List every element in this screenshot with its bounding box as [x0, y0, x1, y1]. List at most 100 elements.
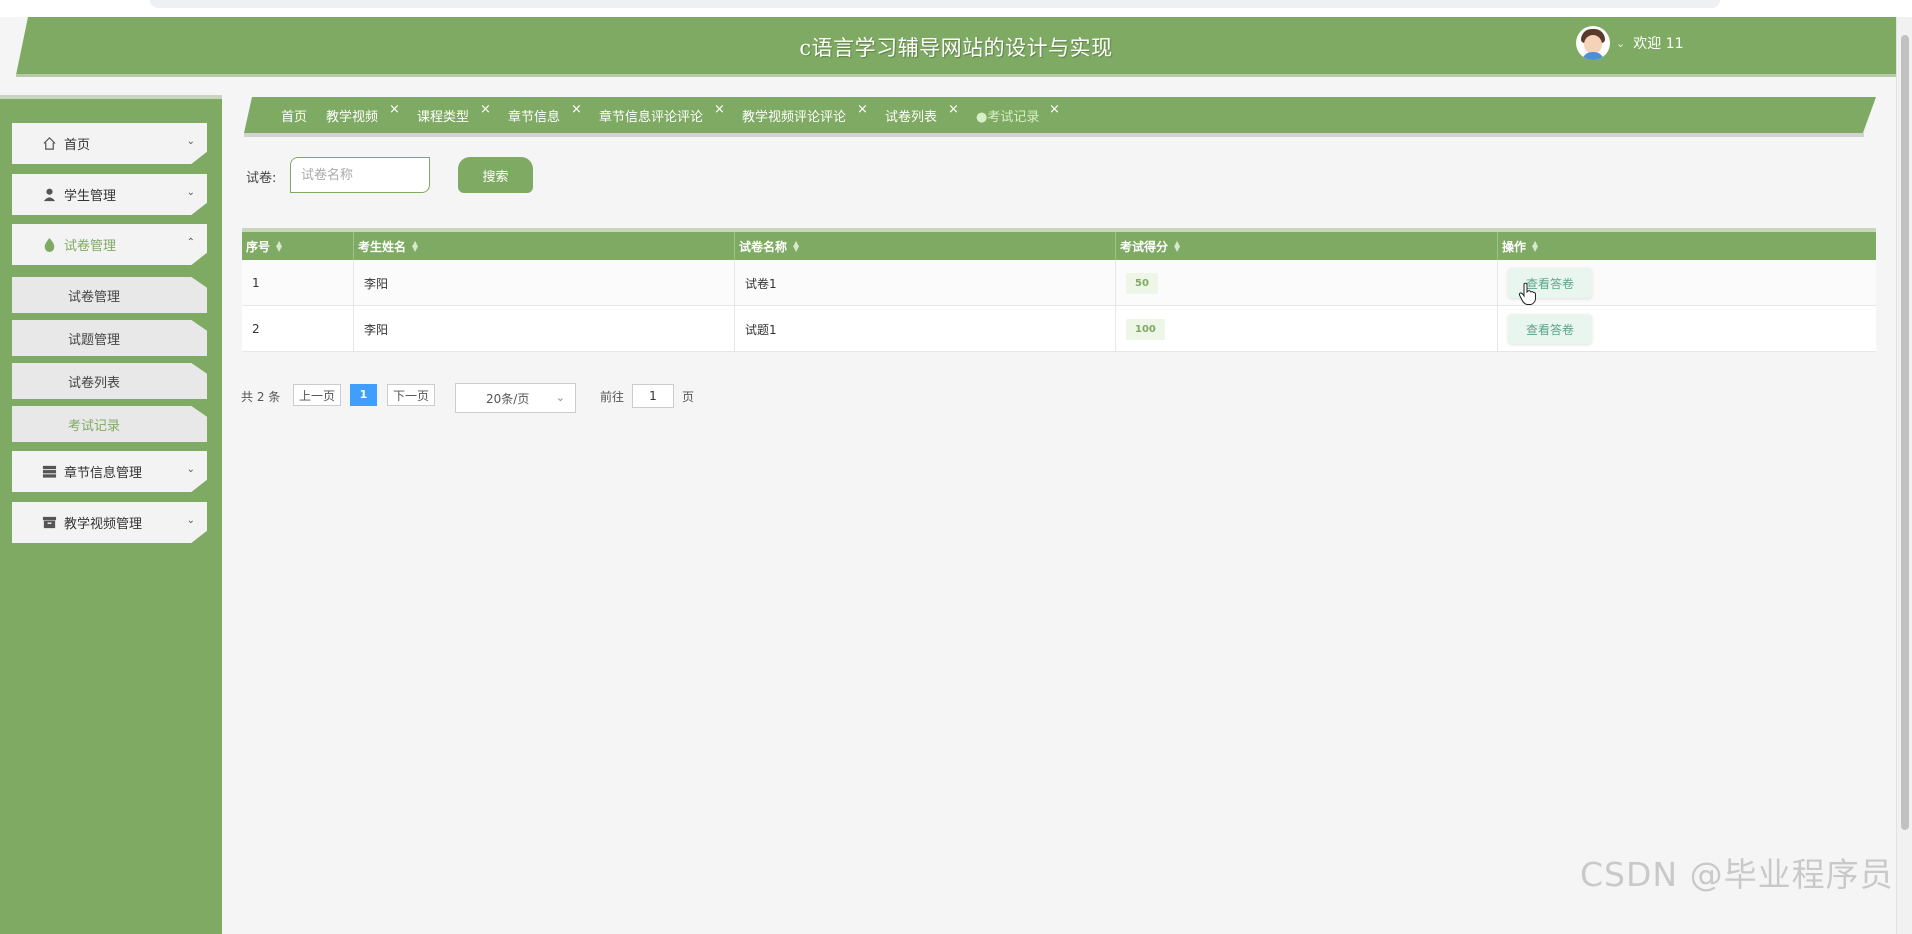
home-icon: [43, 137, 56, 150]
drop-icon: [44, 237, 55, 252]
header-label: 试卷名称: [739, 239, 788, 254]
watermark: CSDN @毕业程序员: [1580, 855, 1894, 894]
tab-home[interactable]: 首页: [281, 106, 308, 125]
goto-label: 前往: [600, 390, 625, 404]
browser-top-strip: [0, 0, 1912, 17]
tab-label: 考试记录: [987, 110, 1040, 125]
sidebar-subitem-exam-records[interactable]: 考试记录: [12, 406, 207, 442]
header-label: 考生姓名: [358, 239, 407, 254]
sidebar-item-chapters[interactable]: 章节信息管理 ⌄: [12, 451, 207, 492]
chevron-down-icon: ⌄: [186, 464, 195, 475]
table-header: 序号 ▲ ▼ 考生姓名 ▲ ▼ 试卷名称 ▲ ▼ 考试得分 ▲ ▼ 操作 ▲ ▼: [242, 232, 1876, 260]
page-size-select[interactable]: 20条/页 ⌄: [455, 383, 576, 413]
column-header-paper[interactable]: 试卷名称 ▲ ▼: [735, 232, 1116, 260]
tab-label: 首页: [281, 110, 308, 125]
table-row: 1 李阳 试卷1 50 查看答卷: [242, 260, 1876, 306]
tab-exam-records[interactable]: ●考试记录 ×: [976, 102, 1060, 125]
user-icon: [43, 188, 56, 202]
sort-icon[interactable]: ▲ ▼: [793, 240, 799, 253]
user-menu[interactable]: ⌄ 欢迎 11: [1576, 26, 1683, 60]
chevron-down-icon[interactable]: ⌄: [1616, 37, 1625, 50]
exam-records-table: 序号 ▲ ▼ 考生姓名 ▲ ▼ 试卷名称 ▲ ▼ 考试得分 ▲ ▼ 操作 ▲ ▼ 1 李阳 试卷1 …: [242, 228, 1876, 352]
sidebar-item-videos[interactable]: 教学视频管理 ⌄: [12, 502, 207, 543]
sort-icon[interactable]: ▲ ▼: [412, 240, 418, 253]
tab-bar-shadow: [244, 133, 1864, 137]
tab-chapters[interactable]: 章节信息 ×: [508, 102, 582, 125]
cell-score: 50: [1116, 260, 1498, 306]
cell-actions: 查看答卷: [1498, 260, 1876, 306]
chevron-down-icon: ⌄: [186, 515, 195, 526]
search-input[interactable]: [290, 157, 430, 193]
view-answers-button[interactable]: 查看答卷: [1508, 314, 1592, 344]
tab-label: 教学视频评论评论: [742, 110, 847, 125]
sort-icon[interactable]: ▲ ▼: [1532, 240, 1538, 253]
current-page[interactable]: 1: [350, 384, 377, 406]
chevron-up-icon: ⌃: [186, 237, 195, 248]
tab-label: 章节信息评论评论: [599, 110, 704, 125]
close-icon[interactable]: ×: [1049, 102, 1060, 117]
tab-course-types[interactable]: 课程类型 ×: [417, 102, 491, 125]
welcome-text: 欢迎 11: [1633, 36, 1684, 52]
sidebar-item-label: 教学视频管理: [64, 517, 143, 532]
header-divider: [16, 74, 1896, 77]
page-size-value: 20条/页: [486, 391, 530, 406]
cell-index: 2: [242, 306, 354, 352]
sidebar-item-label: 章节信息管理: [64, 466, 143, 481]
page-unit-label: 页: [682, 390, 695, 404]
sidebar-item-label: 试卷管理: [64, 239, 117, 254]
scrollbar-thumb[interactable]: [1901, 35, 1909, 830]
avatar[interactable]: [1576, 26, 1610, 60]
page-scrollbar[interactable]: [1896, 17, 1912, 934]
header-label: 序号: [246, 239, 271, 254]
tab-label: 教学视频: [326, 110, 379, 125]
score-badge: 100: [1126, 318, 1165, 340]
column-header-index[interactable]: 序号 ▲ ▼: [242, 232, 354, 260]
close-icon[interactable]: ×: [714, 102, 725, 117]
tab-videos[interactable]: 教学视频 ×: [326, 102, 400, 125]
chevron-down-icon: ⌄: [186, 136, 195, 147]
chevron-down-icon: ⌄: [555, 391, 565, 404]
tab-paper-list[interactable]: 试卷列表 ×: [885, 102, 959, 125]
close-icon[interactable]: ×: [948, 102, 959, 117]
goto-page-input[interactable]: [632, 384, 674, 408]
tab-label: 课程类型: [417, 110, 470, 125]
cell-name: 李阳: [354, 306, 735, 352]
close-icon[interactable]: ×: [389, 102, 400, 117]
sidebar-item-students[interactable]: 学生管理 ⌄: [12, 174, 207, 215]
search-label: 试卷:: [246, 171, 277, 186]
sidebar-subitem-question-manage[interactable]: 试题管理: [12, 320, 207, 356]
close-icon[interactable]: ×: [571, 102, 582, 117]
sort-icon[interactable]: ▲ ▼: [276, 240, 282, 253]
tab-video-comments[interactable]: 教学视频评论评论 ×: [742, 102, 868, 125]
sidebar-item-home[interactable]: 首页 ⌄: [12, 123, 207, 164]
sidebar-item-papers[interactable]: 试卷管理 ⌃: [12, 224, 207, 265]
header-label: 操作: [1502, 239, 1527, 254]
next-page-button[interactable]: 下一页: [387, 384, 436, 406]
table-row: 2 李阳 试题1 100 查看答卷: [242, 306, 1876, 352]
cell-paper: 试卷1: [735, 260, 1116, 306]
sidebar-subitem-paper-manage[interactable]: 试卷管理: [12, 277, 207, 313]
cell-paper: 试题1: [735, 306, 1116, 352]
archive-icon: [42, 516, 57, 529]
cell-name: 李阳: [354, 260, 735, 306]
header-label: 考试得分: [1120, 239, 1169, 254]
cell-score: 100: [1116, 306, 1498, 352]
column-header-name[interactable]: 考生姓名 ▲ ▼: [354, 232, 735, 260]
cell-index: 1: [242, 260, 354, 306]
score-badge: 50: [1126, 272, 1158, 294]
column-header-actions[interactable]: 操作 ▲ ▼: [1498, 232, 1876, 260]
tab-chapter-comments[interactable]: 章节信息评论评论 ×: [599, 102, 725, 125]
search-button[interactable]: 搜索: [458, 157, 533, 193]
list-icon: [42, 465, 57, 478]
chevron-down-icon: ⌄: [186, 187, 195, 198]
sidebar-subitem-paper-list[interactable]: 试卷列表: [12, 363, 207, 399]
column-header-score[interactable]: 考试得分 ▲ ▼: [1116, 232, 1498, 260]
sort-icon[interactable]: ▲ ▼: [1174, 240, 1180, 253]
active-dot-icon: ●: [976, 110, 988, 125]
hand-cursor-icon: [1518, 282, 1536, 305]
close-icon[interactable]: ×: [857, 102, 868, 117]
sidebar-divider: [0, 95, 222, 99]
close-icon[interactable]: ×: [480, 102, 491, 117]
table-body: 1 李阳 试卷1 50 查看答卷 2 李阳 试题1 100 查看答卷: [242, 260, 1876, 352]
prev-page-button[interactable]: 上一页: [293, 384, 342, 406]
